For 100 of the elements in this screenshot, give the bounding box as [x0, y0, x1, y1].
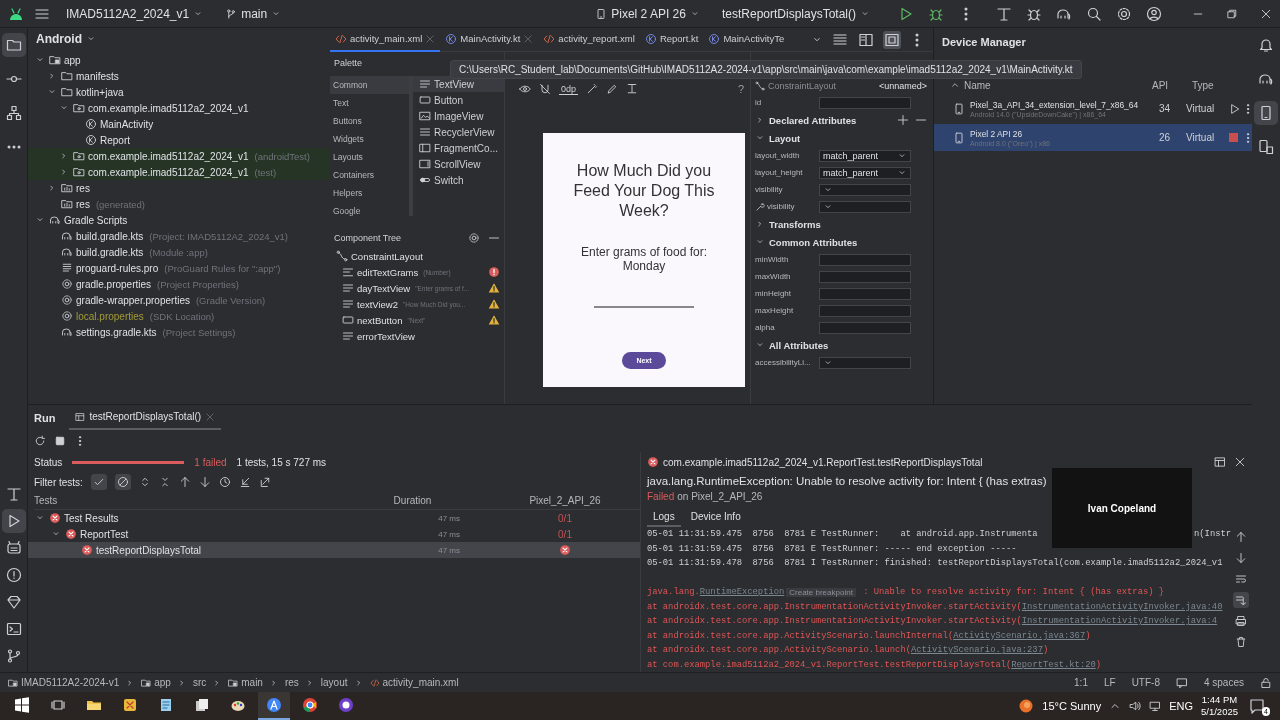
file-encoding[interactable]: UTF-8: [1131, 677, 1160, 688]
palette-category[interactable]: Google: [330, 202, 410, 216]
eye-icon[interactable]: [519, 83, 531, 95]
branch-dropdown[interactable]: main: [219, 4, 288, 23]
network-icon[interactable]: [1149, 700, 1162, 712]
dropdown-field[interactable]: [819, 356, 911, 369]
component-item[interactable]: dayTextView: [357, 282, 411, 294]
breadcrumb-item[interactable]: layout: [320, 677, 348, 688]
text-field[interactable]: [819, 287, 911, 300]
palette-item[interactable]: Button: [413, 92, 504, 108]
export-icon[interactable]: [258, 476, 271, 488]
column-header[interactable]: Type: [1192, 79, 1252, 91]
tree-item[interactable]: com.example.imad5112a2_2024_v1: [88, 102, 249, 114]
editor-tab[interactable]: activity_report.xml: [538, 28, 640, 52]
run-icon[interactable]: [1229, 102, 1241, 115]
wand-icon[interactable]: [586, 83, 599, 95]
tree-item[interactable]: build.gradle.kts: [76, 230, 144, 242]
tree-item[interactable]: com.example.imad5112a2_2024_v1: [88, 150, 249, 162]
breadcrumb-item[interactable]: main: [241, 677, 263, 688]
editor-tab[interactable]: MainActivity.kt: [440, 28, 539, 52]
component-item[interactable]: errorTextView: [357, 330, 415, 342]
restore-icon[interactable]: [1226, 7, 1238, 20]
tree-item[interactable]: res: [76, 198, 90, 210]
show-ignored-toggle[interactable]: [114, 474, 131, 490]
close-icon[interactable]: [1260, 7, 1272, 20]
source-link[interactable]: ActivityScenario.java:367: [953, 630, 1086, 641]
run-icon[interactable]: [898, 5, 914, 22]
caret-position[interactable]: 1:1: [1074, 677, 1088, 688]
palette-item[interactable]: ImageView: [413, 108, 504, 124]
view-mode-button[interactable]: [883, 30, 901, 49]
test-name[interactable]: ReportTest: [80, 528, 129, 540]
tree-item[interactable]: gradle-wrapper.properties: [76, 294, 190, 306]
log-tool-button[interactable]: [1233, 592, 1249, 608]
account-icon[interactable]: [1146, 5, 1162, 22]
magnet-icon[interactable]: [539, 83, 551, 95]
source-link[interactable]: ActivityScenario.java:237: [910, 645, 1043, 656]
indent-setting[interactable]: 4 spaces: [1203, 677, 1244, 688]
tree-item[interactable]: gradle.properties: [76, 278, 152, 290]
pencil-icon[interactable]: [606, 83, 619, 95]
component-item[interactable]: nextButton: [357, 314, 403, 326]
help-button[interactable]: ?: [737, 83, 744, 95]
settings-icon[interactable]: [468, 232, 480, 244]
source-link[interactable]: InstrumentationActivityInvoker.java:4: [1021, 616, 1218, 627]
baseline-icon[interactable]: [626, 83, 639, 95]
date[interactable]: 5/1/2025: [1201, 706, 1238, 718]
palette-item[interactable]: Switch: [413, 172, 504, 188]
dropdown-field[interactable]: [819, 200, 911, 213]
layout-icon[interactable]: [1214, 456, 1226, 468]
text-field[interactable]: [819, 270, 911, 283]
log-tool-button[interactable]: [1233, 613, 1249, 629]
source-link[interactable]: ReportTest.kt:20: [1011, 659, 1096, 670]
tree-item[interactable]: kotlin+java: [76, 86, 124, 98]
dropdown-field[interactable]: match_parent: [819, 166, 911, 179]
rerun-icon[interactable]: [34, 435, 46, 447]
column-header[interactable]: Name: [964, 79, 991, 91]
dropdown-field[interactable]: [819, 183, 911, 196]
editor-tab[interactable]: MainActivityTe: [703, 28, 790, 52]
column-header[interactable]: Tests: [34, 495, 335, 506]
palette-item[interactable]: FragmentCo...: [413, 140, 504, 156]
column-header[interactable]: Pixel_2_API_26: [490, 495, 640, 506]
tree-item[interactable]: MainActivity: [100, 118, 154, 130]
breakpoint-button[interactable]: Create breakpoint: [786, 587, 856, 597]
palette-category[interactable]: Layouts: [330, 148, 410, 166]
breadcrumb-item[interactable]: IMAD5112A2-2024-v1: [21, 677, 120, 688]
test-name[interactable]: Test Results: [64, 512, 119, 524]
time[interactable]: 1:44 PM: [1201, 694, 1238, 706]
detail-tab[interactable]: Device Info: [684, 507, 747, 527]
selected-row[interactable]: testReportDisplaysTotal 47 ms: [28, 542, 640, 558]
text-field[interactable]: [819, 253, 911, 266]
margin-dropdown[interactable]: 0dp: [559, 83, 579, 95]
text-field[interactable]: [819, 96, 911, 109]
add-icon[interactable]: [897, 114, 909, 126]
palette-category[interactable]: Helpers: [330, 184, 410, 202]
project-dropdown[interactable]: IMAD5112A2_2024_v1: [60, 4, 210, 23]
device-dropdown[interactable]: Pixel 2 API 26: [589, 4, 706, 23]
run-config-dropdown[interactable]: testReportDisplaysTotal(): [715, 4, 876, 23]
tree-item[interactable]: app: [64, 54, 81, 66]
palette-category[interactable]: Buttons: [330, 112, 410, 130]
close-icon[interactable]: [1234, 456, 1246, 468]
text-field[interactable]: [819, 321, 911, 334]
column-header[interactable]: API: [1152, 79, 1192, 91]
tree-item[interactable]: manifests: [76, 70, 119, 82]
comment-icon[interactable]: [1175, 676, 1188, 689]
detail-tab[interactable]: Logs: [647, 507, 681, 527]
show-passed-toggle[interactable]: [90, 474, 107, 490]
breadcrumb-item[interactable]: src: [192, 677, 207, 688]
search-icon[interactable]: [1086, 5, 1102, 22]
lock-icon[interactable]: [1260, 676, 1272, 689]
language[interactable]: ENG: [1169, 700, 1193, 712]
breadcrumb-item[interactable]: app: [154, 677, 171, 688]
breadcrumb-item[interactable]: activity_main.xml: [382, 677, 459, 688]
dropdown-field[interactable]: match_parent: [819, 149, 911, 162]
component-item[interactable]: editTextGrams: [357, 266, 419, 278]
up-arrow-icon[interactable]: [178, 476, 191, 488]
project-view-dropdown[interactable]: Android: [36, 32, 82, 46]
tree-item[interactable]: Gradle Scripts: [64, 214, 128, 226]
test-name[interactable]: testReportDisplaysTotal: [96, 544, 202, 556]
run-tab[interactable]: testReportDisplaysTotal(): [69, 405, 222, 430]
tree-item[interactable]: local.properties: [76, 310, 144, 322]
column-header[interactable]: Duration: [335, 495, 490, 506]
